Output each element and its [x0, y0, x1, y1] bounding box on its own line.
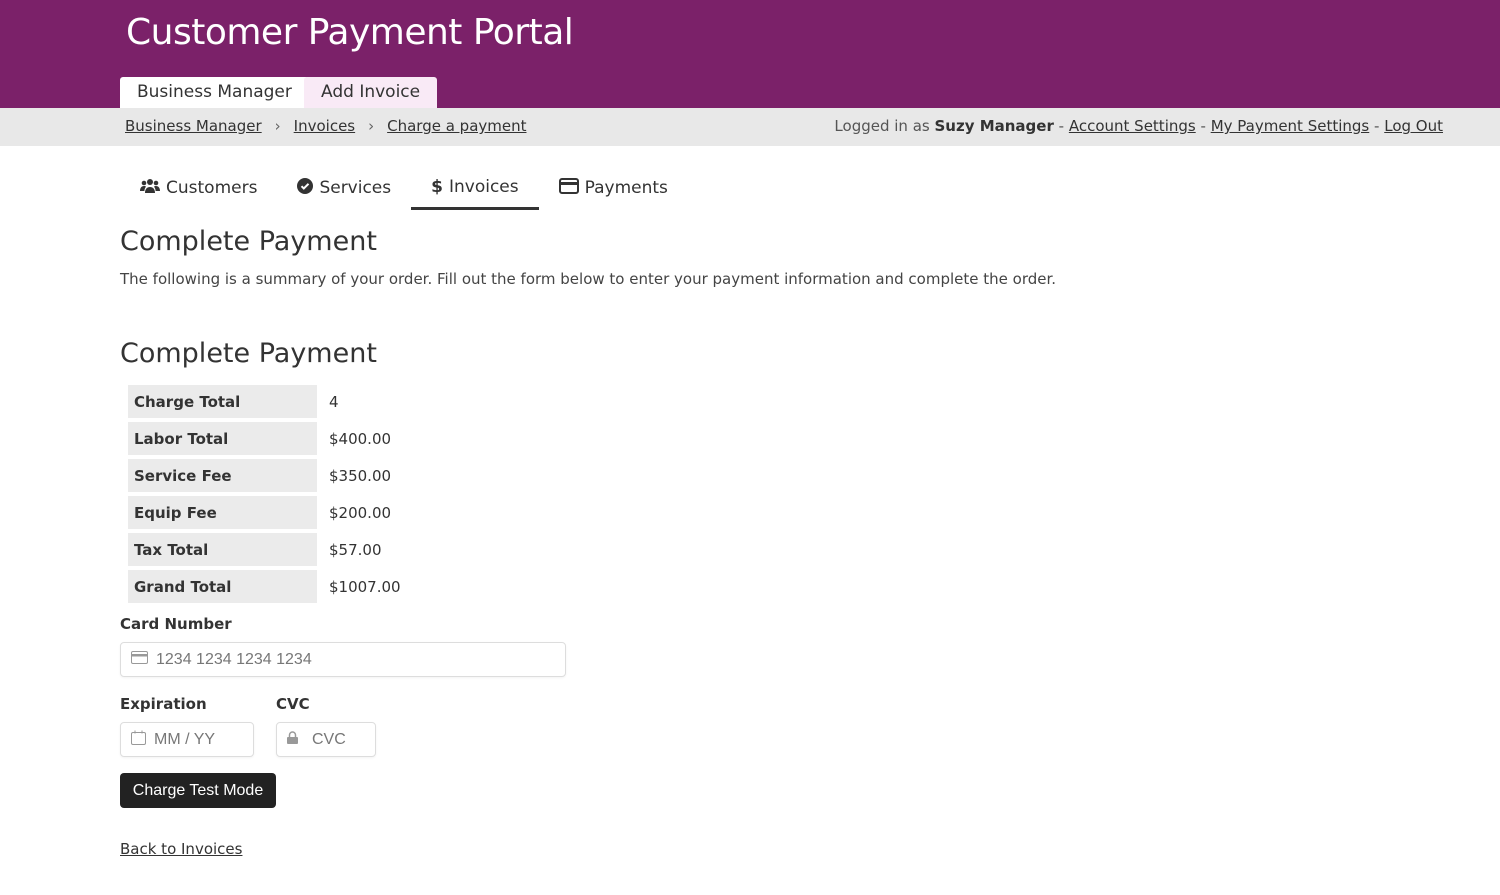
section-nav: Customers Services $ Invoices Payments	[120, 166, 688, 210]
nav-payments[interactable]: Payments	[539, 166, 688, 210]
charge-button[interactable]: Charge Test Mode	[120, 773, 276, 808]
cvc-label: CVC	[276, 695, 310, 713]
row-label: Tax Total	[128, 533, 317, 566]
nav-customers[interactable]: Customers	[120, 166, 277, 210]
page-title: Complete Payment	[120, 226, 377, 257]
row-label: Charge Total	[128, 385, 317, 418]
nav-label: Customers	[166, 178, 258, 198]
payment-settings-link[interactable]: My Payment Settings	[1211, 117, 1370, 135]
row-value: $57.00	[329, 540, 382, 559]
tab-add-invoice[interactable]: Add Invoice	[304, 77, 438, 108]
expiration-label: Expiration	[120, 695, 207, 713]
check-circle-icon	[297, 177, 314, 199]
chevron-right-icon: ›	[368, 117, 375, 135]
breadcrumb-business-manager[interactable]: Business Manager	[125, 117, 262, 135]
row-value: $400.00	[329, 429, 392, 448]
tab-business-manager[interactable]: Business Manager	[120, 77, 309, 108]
card-number-input[interactable]: 1234 1234 1234 1234	[120, 642, 566, 677]
table-row: Charge Total 4	[128, 385, 401, 418]
card-number-placeholder: 1234 1234 1234 1234	[156, 650, 312, 668]
separator: -	[1058, 117, 1065, 135]
cvc-input[interactable]: CVC	[276, 722, 376, 757]
user-info: Logged in as Suzy Manager - Account Sett…	[834, 117, 1443, 135]
page-description: The following is a summary of your order…	[120, 270, 1057, 288]
row-label: Grand Total	[128, 570, 317, 603]
account-settings-link[interactable]: Account Settings	[1069, 117, 1196, 135]
logged-in-label: Logged in as	[834, 117, 930, 135]
user-name: Suzy Manager	[934, 117, 1054, 135]
app-title: Customer Payment Portal	[126, 12, 574, 53]
separator: -	[1374, 117, 1380, 135]
dollar-icon: $	[431, 176, 443, 197]
row-label: Labor Total	[128, 422, 317, 455]
table-row: Labor Total $400.00	[128, 422, 401, 455]
row-value: $1007.00	[329, 577, 401, 596]
table-row: Grand Total $1007.00	[128, 570, 401, 603]
row-label: Equip Fee	[128, 496, 317, 529]
credit-card-icon	[558, 177, 579, 199]
section-title: Complete Payment	[120, 338, 377, 369]
nav-invoices[interactable]: $ Invoices	[411, 166, 539, 210]
calendar-icon	[131, 730, 146, 750]
breadcrumb-charge-payment[interactable]: Charge a payment	[387, 117, 526, 135]
row-value: 4	[329, 392, 339, 411]
table-row: Service Fee $350.00	[128, 459, 401, 492]
breadcrumb: Business Manager › Invoices › Charge a payme…	[125, 117, 527, 135]
table-row: Equip Fee $200.00	[128, 496, 401, 529]
users-icon	[140, 178, 160, 199]
expiration-input[interactable]: MM / YY	[120, 722, 254, 757]
row-value: $200.00	[329, 503, 392, 522]
breadcrumb-invoices[interactable]: Invoices	[294, 117, 355, 135]
breadcrumb-bar: Business Manager › Invoices › Charge a payme…	[0, 108, 1500, 146]
lock-icon	[287, 730, 298, 749]
summary-table: Charge Total 4 Labor Total $400.00 Service…	[126, 381, 403, 607]
nav-label: Services	[319, 178, 392, 198]
nav-label: Invoices	[448, 176, 519, 197]
nav-label: Payments	[584, 178, 668, 198]
separator: -	[1200, 117, 1206, 135]
credit-card-icon	[131, 650, 148, 669]
cvc-placeholder: CVC	[312, 730, 346, 748]
card-number-label: Card Number	[120, 615, 232, 633]
expiration-placeholder: MM / YY	[154, 730, 216, 748]
nav-services[interactable]: Services	[277, 166, 411, 210]
back-to-invoices-link[interactable]: Back to Invoices	[120, 840, 242, 858]
chevron-right-icon: ›	[274, 117, 281, 135]
table-row: Tax Total $57.00	[128, 533, 401, 566]
row-value: $350.00	[329, 466, 392, 485]
logout-link[interactable]: Log Out	[1384, 117, 1443, 135]
header: Customer Payment Portal Business Manager…	[0, 0, 1500, 108]
row-label: Service Fee	[128, 459, 317, 492]
